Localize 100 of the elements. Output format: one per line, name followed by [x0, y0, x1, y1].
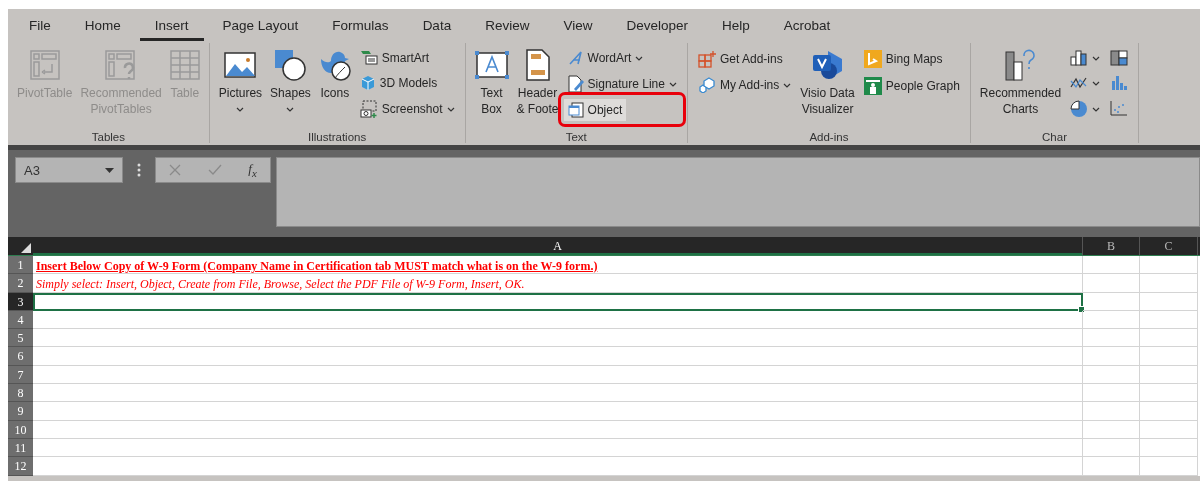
- ribbon-tab[interactable]: Home: [69, 11, 136, 41]
- grid-cell[interactable]: [33, 420, 1083, 439]
- caret-icon: [1092, 55, 1101, 61]
- grid-cell[interactable]: [1083, 329, 1140, 348]
- grid-cell[interactable]: [1140, 347, 1198, 366]
- grid-cell[interactable]: [1083, 365, 1140, 385]
- group-label: Tables: [90, 131, 126, 143]
- ribbon-button[interactable]: Text Box: [471, 43, 512, 131]
- formula-input[interactable]: [276, 157, 1200, 227]
- grid-cell[interactable]: Insert Below Copy of W-9 Form (Company Name in Certification tab MUST match what is on the W-9 form.): [33, 256, 1083, 275]
- object-window-icon: [567, 102, 584, 118]
- column-header[interactable]: A: [33, 237, 1083, 255]
- ribbon-tab[interactable]: Data: [407, 11, 467, 41]
- ribbon-button[interactable]: Screenshot: [355, 97, 459, 121]
- cube-icon: [359, 75, 376, 91]
- ribbon-button[interactable]: Recommended Charts: [976, 43, 1065, 131]
- ribbon-button[interactable]: Shapes: [267, 43, 314, 131]
- grid-cell[interactable]: [1140, 402, 1198, 421]
- recommended-charts-icon: [1003, 48, 1038, 82]
- grid-cell[interactable]: [1140, 329, 1198, 348]
- grid-cell[interactable]: [33, 384, 1083, 403]
- ribbon-tab[interactable]: View: [548, 11, 608, 41]
- grid-cell[interactable]: [1140, 310, 1198, 330]
- ribbon-button[interactable]: WordArt: [563, 47, 648, 69]
- grid-cell[interactable]: [1083, 384, 1140, 403]
- cell-text: Simply select: Insert, Object, Create from File, Browse, Select the PDF File of W-9 Form, Insert, OK.: [35, 277, 525, 292]
- ribbon-button[interactable]: People Graph: [859, 74, 964, 98]
- ribbon-tab[interactable]: Review: [470, 11, 545, 41]
- row-header[interactable]: 6: [8, 347, 33, 366]
- grid-cell[interactable]: [33, 438, 1083, 458]
- group-label: Illustrations: [307, 131, 368, 143]
- grid-cell[interactable]: [1083, 420, 1140, 439]
- hexagons-icon: [697, 77, 716, 93]
- caret-icon: [783, 82, 792, 88]
- ribbon-button[interactable]: Bing Maps: [859, 47, 947, 71]
- grid-cell[interactable]: [33, 310, 1083, 330]
- grid-cell[interactable]: [33, 347, 1083, 366]
- grid-cell[interactable]: [33, 402, 1083, 421]
- ribbon-button[interactable]: Icons: [315, 43, 354, 131]
- grid-cell[interactable]: [1083, 347, 1140, 366]
- row-header[interactable]: 5: [8, 329, 33, 348]
- ribbon-button[interactable]: Signature Line: [563, 72, 681, 96]
- grid-cell[interactable]: [1083, 438, 1140, 458]
- ribbon-button[interactable]: Object: [563, 99, 627, 121]
- close-icon[interactable]: [169, 164, 182, 176]
- grid-cell[interactable]: [1083, 402, 1140, 421]
- caret-icon: [236, 107, 245, 112]
- people-graph-icon: [863, 77, 882, 95]
- ribbon-button[interactable]: My Add-ins: [693, 74, 796, 96]
- grid-cell[interactable]: [1140, 384, 1198, 403]
- grid-cell[interactable]: Simply select: Insert, Object, Create from File, Browse, Select the PDF File of W-9 Form, Insert, OK.: [33, 274, 1083, 293]
- name-box[interactable]: A3: [15, 157, 123, 183]
- grid-cell[interactable]: [1140, 365, 1198, 385]
- row-header[interactable]: 8: [8, 384, 33, 403]
- grid-cell[interactable]: [1140, 420, 1198, 439]
- smartart-icon: [359, 50, 378, 66]
- pivot-table-question-icon: [105, 50, 138, 80]
- grid-cell[interactable]: [1140, 274, 1198, 293]
- ribbon-tab[interactable]: Insert: [139, 11, 204, 41]
- grid-cell[interactable]: [1083, 457, 1140, 476]
- ribbon-button[interactable]: 3D Models: [355, 72, 442, 94]
- grid-cell[interactable]: [1083, 292, 1140, 311]
- grid-cell[interactable]: [33, 457, 1083, 476]
- grid-cell[interactable]: [1140, 457, 1198, 476]
- picture-icon: [224, 52, 257, 78]
- row-header[interactable]: 1: [8, 256, 33, 275]
- ribbon-tab[interactable]: Formulas: [317, 11, 404, 41]
- checkmark-icon[interactable]: [207, 164, 222, 176]
- shapes-icon: [274, 49, 307, 81]
- grid-cell[interactable]: [1140, 438, 1198, 458]
- ribbon-button[interactable]: SmartArt: [355, 47, 434, 69]
- ribbon-button[interactable]: Visio Data Visualizer: [797, 43, 858, 131]
- insert-function-button[interactable]: f$_{x}$: [248, 161, 257, 179]
- grid-cell[interactable]: [33, 365, 1083, 385]
- ribbon-button[interactable]: Header & Foote: [513, 43, 562, 131]
- ribbon-tab[interactable]: Help: [707, 11, 765, 41]
- row-header[interactable]: 9: [8, 402, 33, 421]
- grid-cell[interactable]: [1140, 292, 1198, 311]
- ribbon-tab[interactable]: File: [14, 11, 66, 41]
- select-all-icon[interactable]: [21, 243, 31, 253]
- ribbon-tab[interactable]: Acrobat: [768, 11, 846, 41]
- column-header[interactable]: C: [1140, 237, 1198, 255]
- ribbon-tab[interactable]: Developer: [611, 11, 703, 41]
- row-header[interactable]: 12: [8, 457, 33, 476]
- grid-cell[interactable]: [33, 329, 1083, 348]
- ribbon-tab[interactable]: Page Layout: [207, 11, 314, 41]
- grid-cell[interactable]: [1083, 274, 1140, 293]
- pivot-table-icon: [29, 50, 60, 80]
- page-header-footer-icon: [525, 49, 550, 81]
- ribbon-button[interactable]: Pictures: [215, 43, 266, 131]
- grid-cell[interactable]: [1140, 256, 1198, 275]
- caret-icon: [446, 106, 455, 112]
- row-header[interactable]: 2: [8, 274, 33, 293]
- active-cell[interactable]: [33, 292, 1083, 311]
- ribbon-button[interactable]: Get Add-ins: [693, 47, 787, 71]
- grid-cell[interactable]: [1083, 310, 1140, 330]
- column-header[interactable]: B: [1083, 237, 1140, 255]
- grid-cell[interactable]: [1083, 256, 1140, 275]
- bird-and-leaf-icon: [318, 49, 351, 81]
- screenshot-camera-icon: [359, 100, 378, 118]
